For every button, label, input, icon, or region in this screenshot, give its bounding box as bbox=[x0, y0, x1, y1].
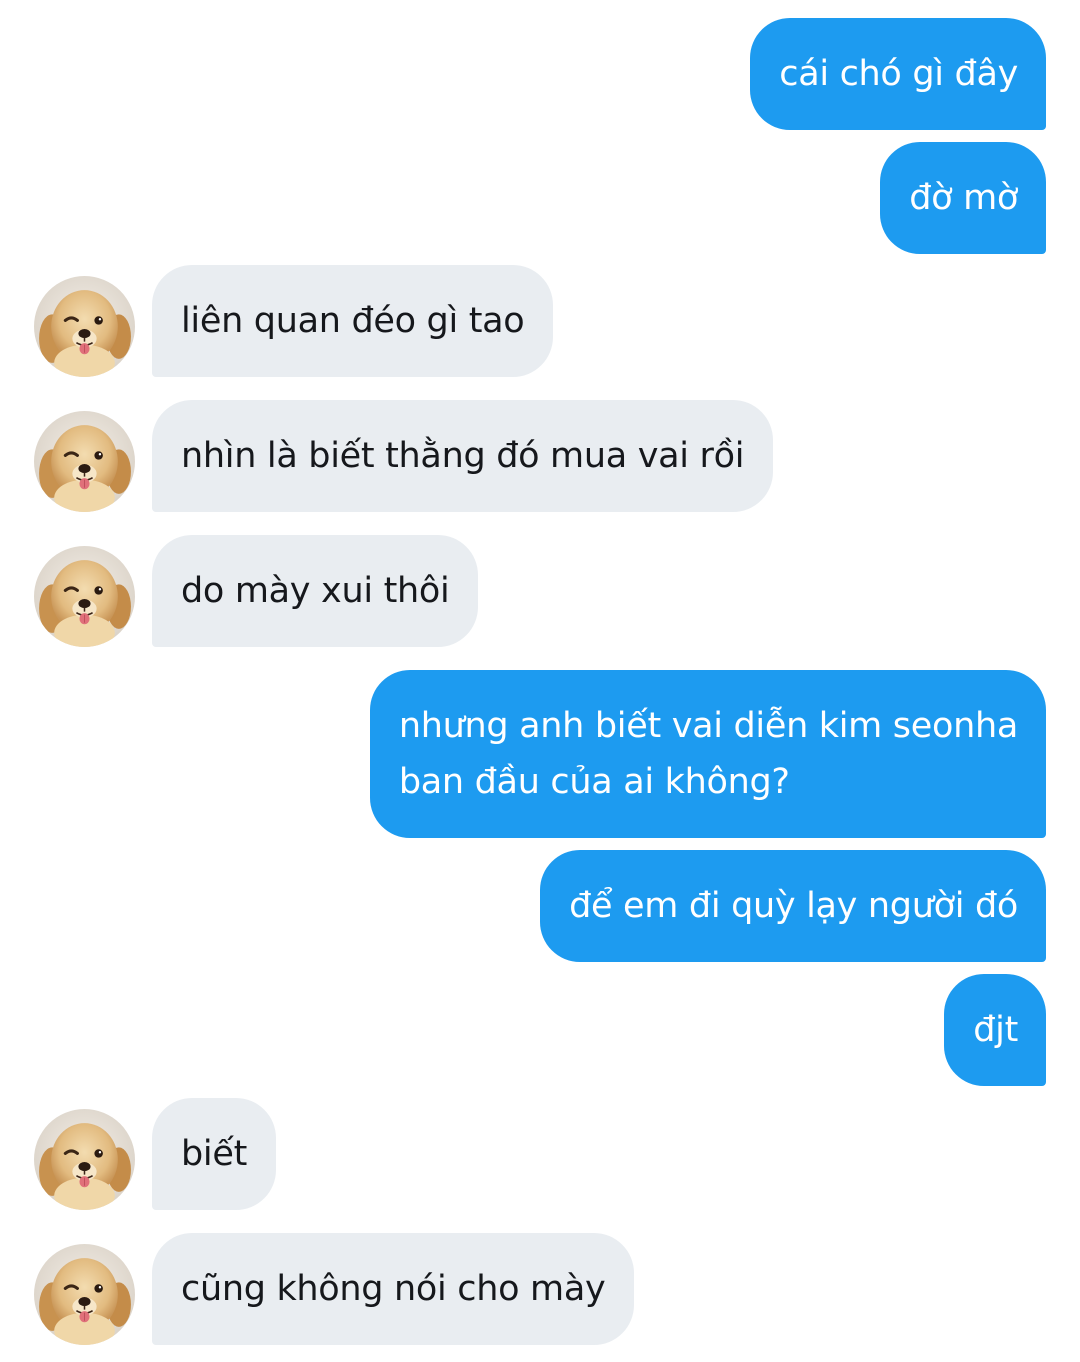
message-text: cái chó gì đây bbox=[779, 54, 1018, 94]
outgoing-message-bubble[interactable]: nhưng anh biết vai diễn kim seonha ban đ… bbox=[369, 670, 1046, 838]
message-text: cũng không nói cho mày bbox=[181, 1269, 606, 1309]
avatar-icon[interactable] bbox=[34, 1109, 135, 1210]
incoming-message-bubble[interactable]: do mày xui thôi bbox=[152, 535, 479, 647]
message-text: đjt bbox=[973, 1010, 1018, 1050]
conversation-thread: cái chó gì đây đờ mờ liên quan đéo gì ta… bbox=[0, 0, 1080, 1362]
outgoing-message-bubble[interactable]: đjt bbox=[944, 974, 1046, 1086]
avatar-icon[interactable] bbox=[34, 276, 135, 377]
incoming-message-bubble[interactable]: cũng không nói cho mày bbox=[152, 1233, 635, 1345]
avatar-icon[interactable] bbox=[34, 411, 135, 512]
message-text-line: ban đầu của ai không? bbox=[398, 762, 790, 802]
message-text: do mày xui thôi bbox=[181, 571, 450, 611]
incoming-message-bubble[interactable]: liên quan đéo gì tao bbox=[152, 265, 554, 377]
outgoing-message-bubble[interactable]: để em đi quỳ lạy người đó bbox=[540, 850, 1046, 962]
avatar-icon[interactable] bbox=[34, 1244, 135, 1345]
avatar-icon[interactable] bbox=[34, 546, 135, 647]
message-text: liên quan đéo gì tao bbox=[181, 301, 525, 341]
message-text-line: nhưng anh biết vai diễn kim seonha bbox=[398, 706, 1018, 746]
outgoing-message-bubble[interactable]: đờ mờ bbox=[880, 142, 1046, 254]
message-text: nhìn là biết thằng đó mua vai rồi bbox=[181, 436, 745, 476]
outgoing-message-bubble[interactable]: cái chó gì đây bbox=[750, 18, 1046, 130]
incoming-message-bubble[interactable]: nhìn là biết thằng đó mua vai rồi bbox=[152, 400, 774, 512]
incoming-message-bubble[interactable]: biết bbox=[152, 1098, 276, 1210]
message-text: biết bbox=[181, 1134, 247, 1174]
message-text: đờ mờ bbox=[909, 178, 1018, 218]
message-text: để em đi quỳ lạy người đó bbox=[569, 886, 1018, 926]
